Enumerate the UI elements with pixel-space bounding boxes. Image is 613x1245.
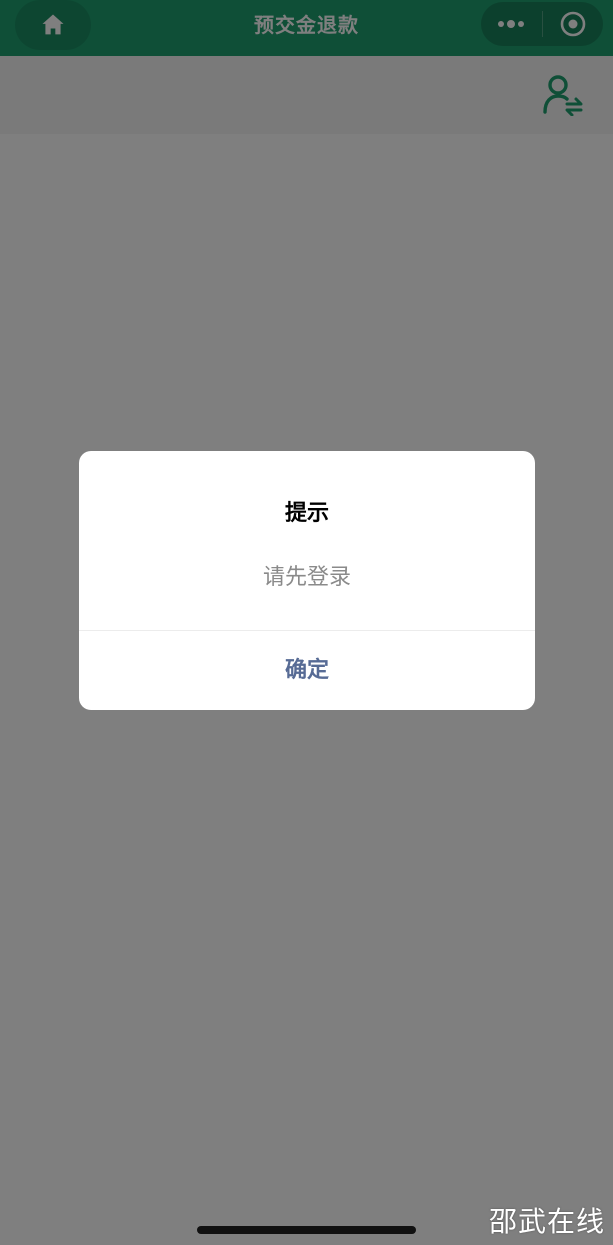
confirm-button[interactable]: 确定 [79,631,535,710]
screen: 预交金退款 [0,0,613,1245]
dialog-title: 提示 [284,501,329,526]
alert-dialog: 提示 请先登录 确定 [79,451,535,710]
home-indicator [197,1226,416,1234]
watermark: 邵武在线 [488,1205,605,1238]
dialog-message: 请先登录 [262,565,351,590]
